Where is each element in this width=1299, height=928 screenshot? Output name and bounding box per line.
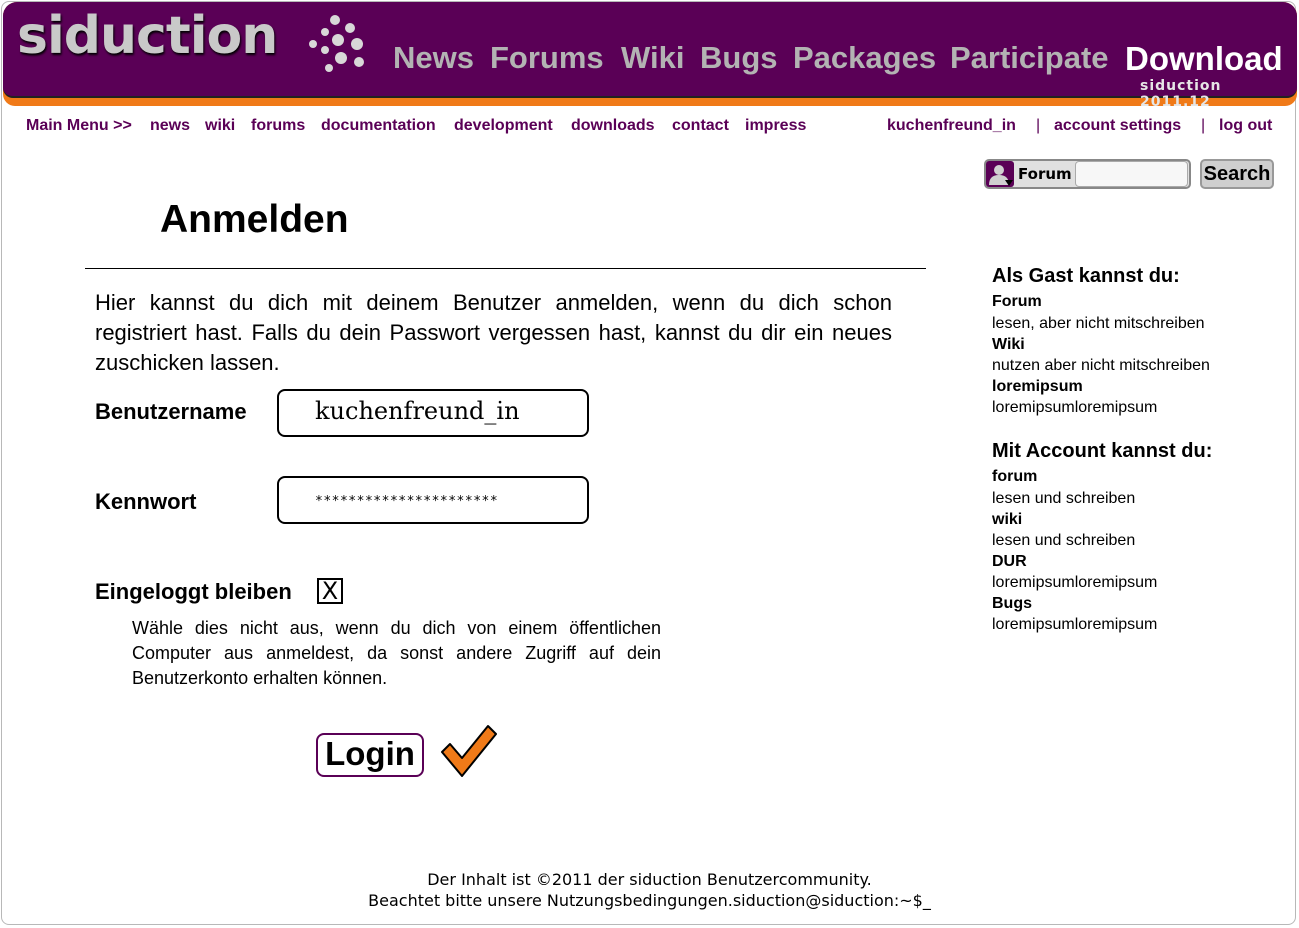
username-label: Benutzername — [95, 399, 247, 424]
account-item-text: lesen und schreiben — [992, 490, 1136, 507]
guest-heading: Als Gast kannst du: — [992, 265, 1180, 287]
checkmark-icon — [441, 725, 497, 777]
logo-dots-icon — [309, 15, 364, 72]
nav-participate[interactable]: Participate — [950, 40, 1109, 76]
account-item-text: lesen und schreiben — [992, 532, 1136, 549]
menu-item-impress[interactable]: impress — [745, 117, 806, 135]
username-field[interactable]: kuchenfreund_in — [277, 389, 589, 437]
site-logo[interactable]: siduction — [17, 6, 278, 66]
stay-logged-in-label: Eingeloggt bleiben — [95, 579, 292, 604]
menu-item-contact[interactable]: contact — [672, 117, 729, 135]
password-value: ********************** — [315, 494, 499, 509]
divider — [85, 268, 926, 269]
nav-wiki[interactable]: Wiki — [621, 40, 684, 76]
guest-item-title: Wiki — [992, 336, 1025, 353]
footer-terms[interactable]: Beachtet bitte unsere Nutzungsbedingunge… — [0, 891, 1299, 910]
guest-item-text: lesen, aber nicht mitschreiben — [992, 315, 1205, 332]
logout-link[interactable]: log out — [1219, 117, 1272, 135]
password-field[interactable]: ********************** — [277, 476, 589, 524]
guest-item-text: loremipsumloremipsum — [992, 399, 1158, 416]
menu-item-forums[interactable]: forums — [251, 117, 305, 135]
account-item-text: loremipsumloremipsum — [992, 574, 1158, 591]
search-scope-label[interactable]: Forum — [1018, 165, 1072, 183]
page-frame — [1, 1, 1296, 925]
account-item-text: loremipsumloremipsum — [992, 616, 1158, 633]
header-bar: siduction News Forums Wiki Bugs Packages… — [3, 2, 1297, 110]
menu-item-documentation[interactable]: documentation — [321, 117, 436, 135]
account-item-title: DUR — [992, 553, 1027, 570]
menu-item-development[interactable]: development — [454, 117, 553, 135]
version-label: siduction 2011.12 — [1140, 78, 1222, 110]
menu-separator: | — [1036, 117, 1041, 134]
guest-item-text: nutzen aber nicht mitschreiben — [992, 357, 1210, 374]
stay-logged-in-note: Wähle dies nicht aus, wenn du dich von e… — [132, 618, 661, 688]
guest-item-title: Forum — [992, 293, 1042, 310]
login-button[interactable]: Login — [316, 733, 424, 777]
guest-item-title: loremipsum — [992, 378, 1083, 395]
footer-copyright: Der Inhalt ist ©2011 der siduction Benut… — [427, 870, 872, 889]
username-value: kuchenfreund_in — [315, 397, 520, 425]
password-label: Kennwort — [95, 489, 197, 514]
menu-item-wiki[interactable]: wiki — [205, 117, 235, 135]
search-input[interactable] — [1075, 161, 1188, 187]
account-item-title: wiki — [992, 511, 1023, 528]
account-item-title: Bugs — [992, 595, 1032, 612]
nav-packages[interactable]: Packages — [793, 40, 936, 76]
nav-bugs[interactable]: Bugs — [700, 40, 778, 76]
nav-news[interactable]: News — [393, 40, 474, 76]
account-item-title: forum — [992, 468, 1038, 485]
nav-download[interactable]: Download — [1125, 40, 1283, 78]
stay-logged-in-checkbox[interactable]: X — [317, 578, 343, 604]
account-heading: Mit Account kannst du: — [992, 440, 1213, 462]
header-banner: siduction News Forums Wiki Bugs Packages… — [3, 2, 1297, 110]
page-title: Anmelden — [160, 198, 349, 241]
search-button[interactable]: Search — [1200, 159, 1274, 189]
intro-text: Hier kannst du dich mit deinem Benutzer … — [95, 290, 892, 375]
menu-separator: | — [1201, 117, 1206, 134]
menu-item-downloads[interactable]: downloads — [571, 117, 655, 135]
menu-item-news[interactable]: news — [150, 117, 190, 135]
user-dropdown-icon[interactable] — [986, 161, 1014, 187]
account-settings-link[interactable]: account settings — [1054, 117, 1181, 135]
nav-forums[interactable]: Forums — [490, 40, 604, 76]
user-link[interactable]: kuchenfreund_in — [887, 117, 1016, 135]
main-menu-label: Main Menu >> — [26, 117, 132, 134]
